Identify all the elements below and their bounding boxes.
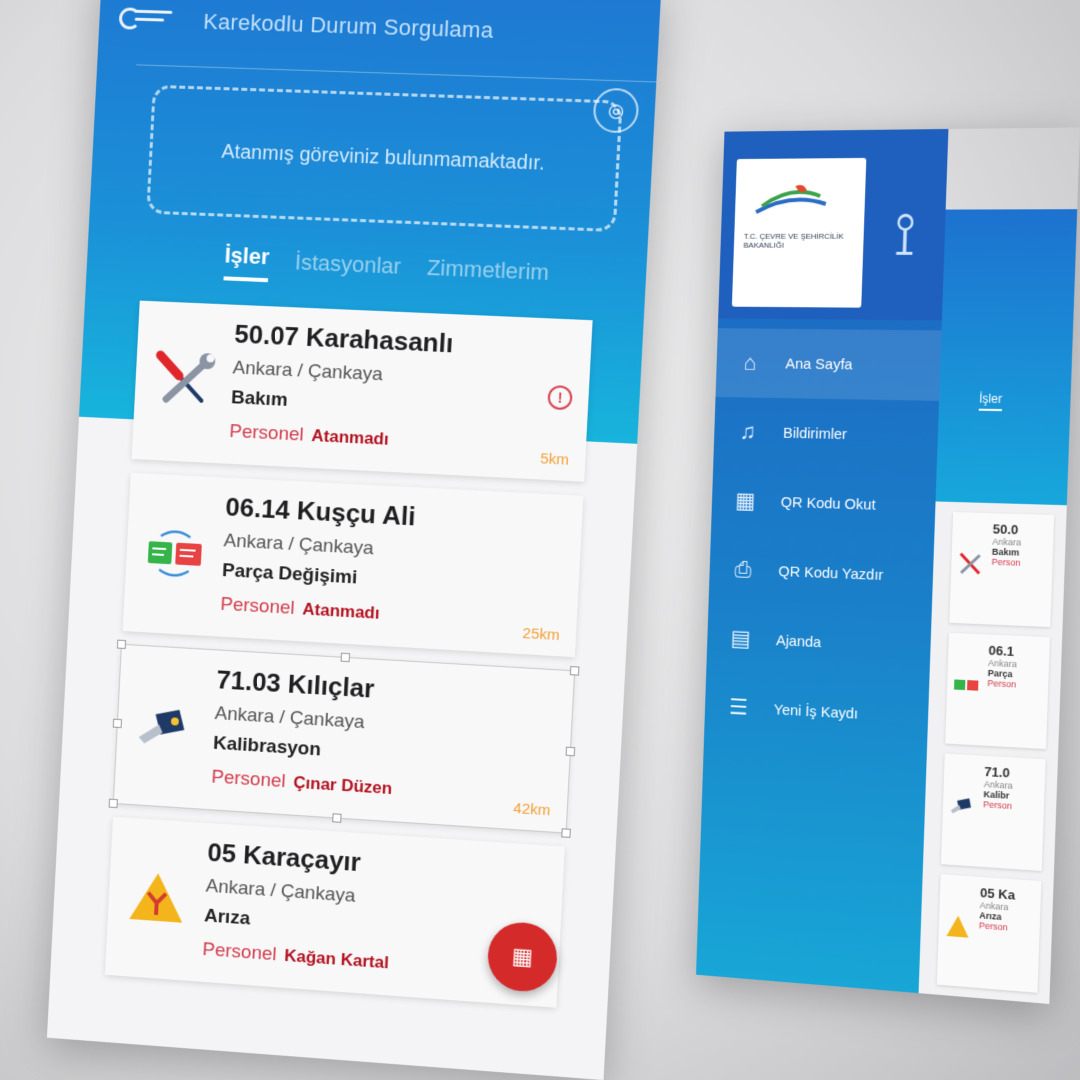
tab-jobs[interactable]: İşler: [223, 242, 271, 283]
drawer-header: T.C. ÇEVRE VE ŞEHİRCİLİK BAKANLIĞI ⟟: [718, 128, 949, 321]
background-job-card: 50.0 Ankara Bakım Person: [949, 512, 1055, 628]
background-job-card: 71.0 Ankara Kalibr Person: [940, 753, 1046, 871]
job-type: Bakım: [230, 387, 289, 411]
navigation-drawer: T.C. ÇEVRE VE ŞEHİRCİLİK BAKANLIĞI ⟟ ⌂ A…: [696, 128, 949, 994]
resize-handle[interactable]: [112, 718, 123, 729]
background-job-personnel: Person: [983, 799, 1013, 812]
drawer-item-label: QR Kodu Okut: [780, 493, 876, 514]
background-job-personnel: Person: [991, 556, 1021, 568]
calendar-icon: ▤: [730, 625, 752, 651]
personnel-label: Personel: [219, 593, 296, 619]
swap-parts-icon: [147, 521, 202, 586]
personnel-label: Personel: [201, 939, 278, 966]
drawer-item-qr-read[interactable]: ▦ QR Kodu Okut: [711, 466, 937, 542]
drawer-item-label: Bildirimler: [782, 424, 848, 443]
drawer-item-label: Ajanda: [775, 631, 822, 651]
drill-icon: [138, 708, 186, 745]
qr-read-icon: ▦: [735, 487, 756, 514]
drawer-item-notifications[interactable]: ♫ Bildirimler: [713, 397, 939, 471]
job-distance: 25km: [522, 624, 561, 645]
resize-handle[interactable]: [340, 652, 351, 663]
drawer-item-label: Yeni İş Kaydı: [773, 700, 859, 723]
empty-task-box: Atanmış göreviniz bulunmamaktadır.: [146, 84, 623, 233]
empty-task-message: Atanmış göreviniz bulunmamaktadır.: [220, 140, 546, 175]
drawer-item-agenda[interactable]: ▤ Ajanda: [706, 603, 931, 682]
swap-parts-icon: [954, 679, 979, 691]
job-personnel: Personel Atanmadı: [229, 421, 568, 460]
new-task-icon: ☰: [728, 694, 749, 720]
job-distance: 42km: [512, 799, 551, 820]
background-tab-jobs: İşler: [978, 391, 1003, 412]
wrench-screwdriver-icon: [152, 349, 216, 413]
app-screen-jobs: Karekodlu Durum Sorgulama ◎ Atanmış göre…: [46, 0, 662, 1080]
qr-scan-icon: ▦: [511, 943, 534, 970]
background-job-card: 06.1 Ankara Parça Person: [945, 632, 1050, 750]
drawer-item-label: Ana Sayfa: [785, 355, 853, 373]
page-title: Karekodlu Durum Sorgulama: [202, 8, 495, 43]
job-personnel: Personel Atanmadı: [220, 594, 559, 635]
bell-icon: ♫: [739, 419, 756, 444]
job-personnel: Personel Çınar Düzen: [211, 767, 550, 811]
printer-icon: ⎙: [734, 556, 752, 582]
ministry-logo: T.C. ÇEVRE VE ŞEHİRCİLİK BAKANLIĞI: [731, 157, 867, 308]
tab-stations[interactable]: İstasyonlar: [294, 249, 401, 287]
menu-icon[interactable]: [118, 7, 178, 33]
app-screen-drawer: İşler 50.0 Ankara Bakım Person 06.1 Anka…: [696, 127, 1080, 1004]
personnel-value: Kağan Kartal: [283, 945, 390, 973]
background-job-title: 50.0: [992, 521, 1019, 538]
wrench-screwdriver-icon: [957, 551, 984, 578]
background-job-card: 05 Ka Ankara Arıza Person: [936, 874, 1042, 993]
resize-handle[interactable]: [565, 746, 576, 757]
personnel-value: Atanmadı: [301, 599, 381, 623]
warning-icon: [946, 914, 970, 938]
tower-icon: ⟟: [892, 200, 918, 268]
tab-assets[interactable]: Zimmetlerim: [426, 255, 549, 294]
resize-handle[interactable]: [561, 828, 571, 838]
resize-handle[interactable]: [108, 798, 118, 809]
job-list: 50.07 Karahasanlı Ankara / Çankaya Bakım…: [104, 300, 593, 1022]
drawer-item-qr-print[interactable]: ⎙ QR Kodu Yazdır: [709, 534, 935, 612]
job-card[interactable]: 50.07 Karahasanlı Ankara / Çankaya Bakım…: [131, 300, 593, 482]
background-job-personnel: Person: [987, 678, 1017, 690]
drawer-item-label: QR Kodu Yazdır: [778, 562, 884, 584]
drill-icon: [950, 797, 972, 814]
drawer-item-new-task[interactable]: ☰ Yeni İş Kaydı: [704, 671, 929, 752]
background-jobs-screen: İşler 50.0 Ankara Bakım Person 06.1 Anka…: [918, 209, 1078, 1004]
job-card[interactable]: 06.14 Kuşçu Ali Ankara / Çankaya Parça D…: [122, 472, 584, 658]
job-card[interactable]: 71.03 Kılıçlar Ankara / Çankaya Kalibras…: [108, 639, 580, 838]
resize-handle[interactable]: [116, 639, 127, 650]
background-header: İşler: [935, 209, 1078, 506]
resize-handle[interactable]: [569, 666, 580, 676]
personnel-value: Atanmadı: [311, 426, 390, 449]
personnel-label: Personel: [228, 421, 305, 446]
personnel-label: Personel: [210, 766, 287, 793]
drawer-menu: ⌂ Ana Sayfa ♫ Bildirimler ▦ QR Kodu Okut…: [704, 328, 942, 752]
personnel-value: Çınar Düzen: [292, 772, 393, 799]
warning-icon: [129, 871, 185, 931]
resize-handle[interactable]: [332, 813, 342, 823]
job-distance: 5km: [539, 450, 570, 469]
home-icon: ⌂: [743, 350, 757, 375]
ministry-logo-mark: [752, 182, 830, 222]
ministry-logo-text: T.C. ÇEVRE VE ŞEHİRCİLİK BAKANLIĞI: [743, 231, 844, 250]
job-title: 50.07 Karahasanlı: [233, 318, 455, 359]
drawer-item-home[interactable]: ⌂ Ana Sayfa: [715, 328, 942, 401]
